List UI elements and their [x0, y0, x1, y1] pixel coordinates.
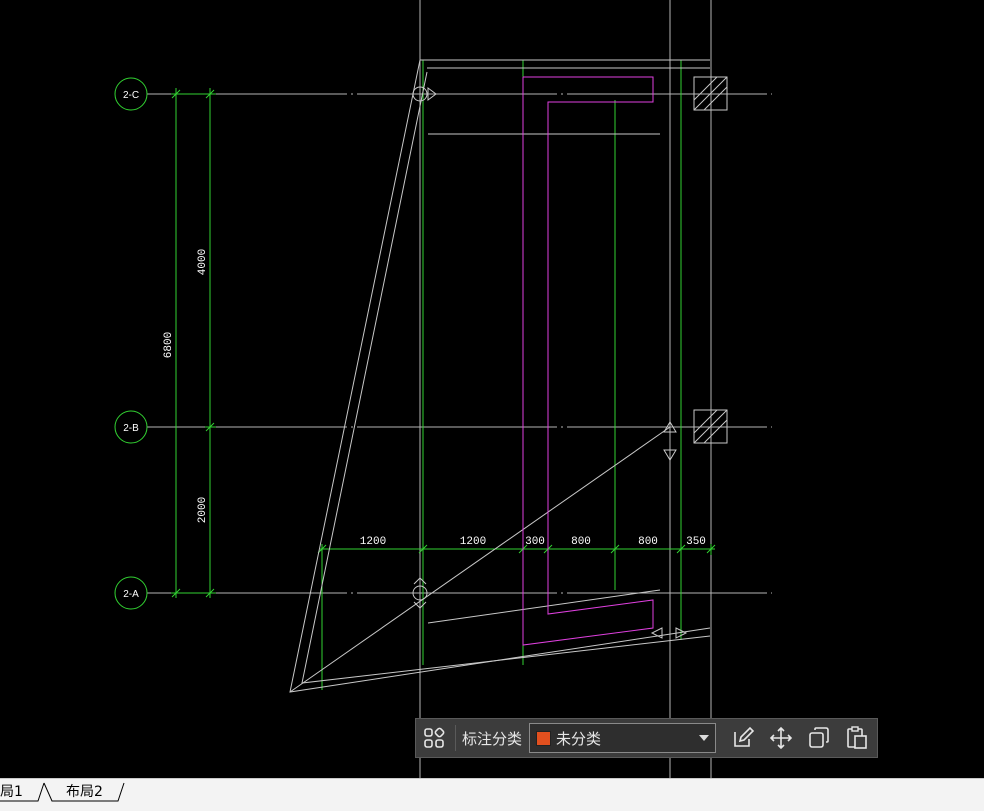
category-value: 未分类 [556, 729, 602, 748]
axis-label-2c: 2-C [123, 90, 139, 101]
group-icon[interactable] [416, 720, 452, 756]
category-color-swatch [536, 730, 552, 746]
category-label: 标注分类 [462, 729, 523, 748]
annotation-toolbar: 标注分类 未分类 [415, 718, 878, 758]
copy-icon[interactable] [800, 720, 838, 756]
slab-outline [289, 59, 711, 693]
edit-icon[interactable] [724, 720, 762, 756]
axis-label-2a: 2-A [123, 589, 139, 600]
dim-h-2: 1200 [460, 536, 486, 548]
tab-layout-1[interactable]: 局1 [0, 781, 23, 803]
dim-h-6: 350 [686, 536, 706, 548]
chevron-down-icon[interactable] [699, 735, 710, 741]
dim-upper: 4000 [197, 249, 209, 275]
horizontal-dimensions [317, 60, 716, 690]
dim-h-4: 800 [571, 536, 591, 548]
wall-outline [522, 76, 654, 646]
axis-label-2b: 2-B [123, 423, 139, 434]
toolbar-separator [455, 725, 456, 751]
tab-layout-2[interactable]: 布局2 [66, 781, 103, 803]
cad-drawing-canvas[interactable]: 2-C 2-B 2-A 6800 4000 2000 1200 1200 300… [0, 0, 984, 778]
paste-icon[interactable] [838, 720, 876, 756]
dim-h-1: 1200 [360, 536, 386, 548]
layout-tab-bar: 局1 布局2 [0, 778, 984, 811]
dim-lower: 2000 [197, 497, 209, 523]
vertical-dimensions [171, 88, 216, 598]
category-select[interactable]: 未分类 [529, 723, 717, 753]
dim-total: 6800 [163, 332, 175, 358]
dim-h-5: 800 [638, 536, 658, 548]
move-icon[interactable] [762, 720, 800, 756]
dim-h-3: 300 [525, 536, 545, 548]
